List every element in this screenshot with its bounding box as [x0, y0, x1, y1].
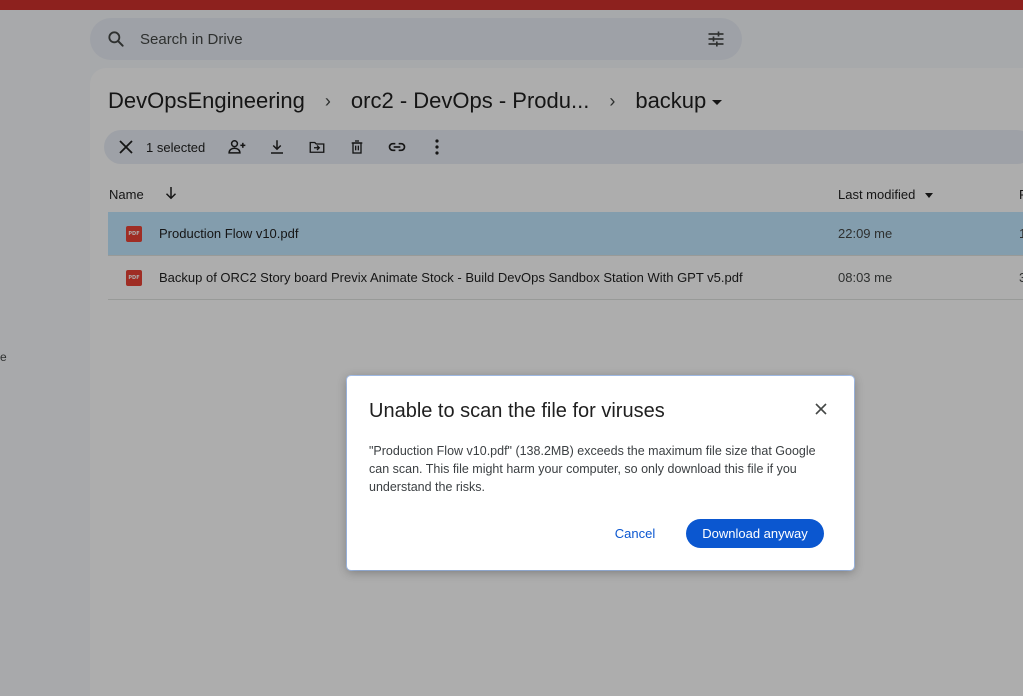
close-icon[interactable]: [814, 402, 828, 416]
dialog-title: Unable to scan the file for viruses: [369, 400, 665, 422]
virus-scan-warning-dialog: Unable to scan the file for viruses "Pro…: [347, 376, 854, 570]
modal-scrim[interactable]: [0, 0, 1023, 696]
cancel-button[interactable]: Cancel: [597, 519, 673, 547]
download-anyway-button[interactable]: Download anyway: [686, 519, 824, 548]
dialog-message: "Production Flow v10.pdf" (138.2MB) exce…: [369, 444, 816, 494]
